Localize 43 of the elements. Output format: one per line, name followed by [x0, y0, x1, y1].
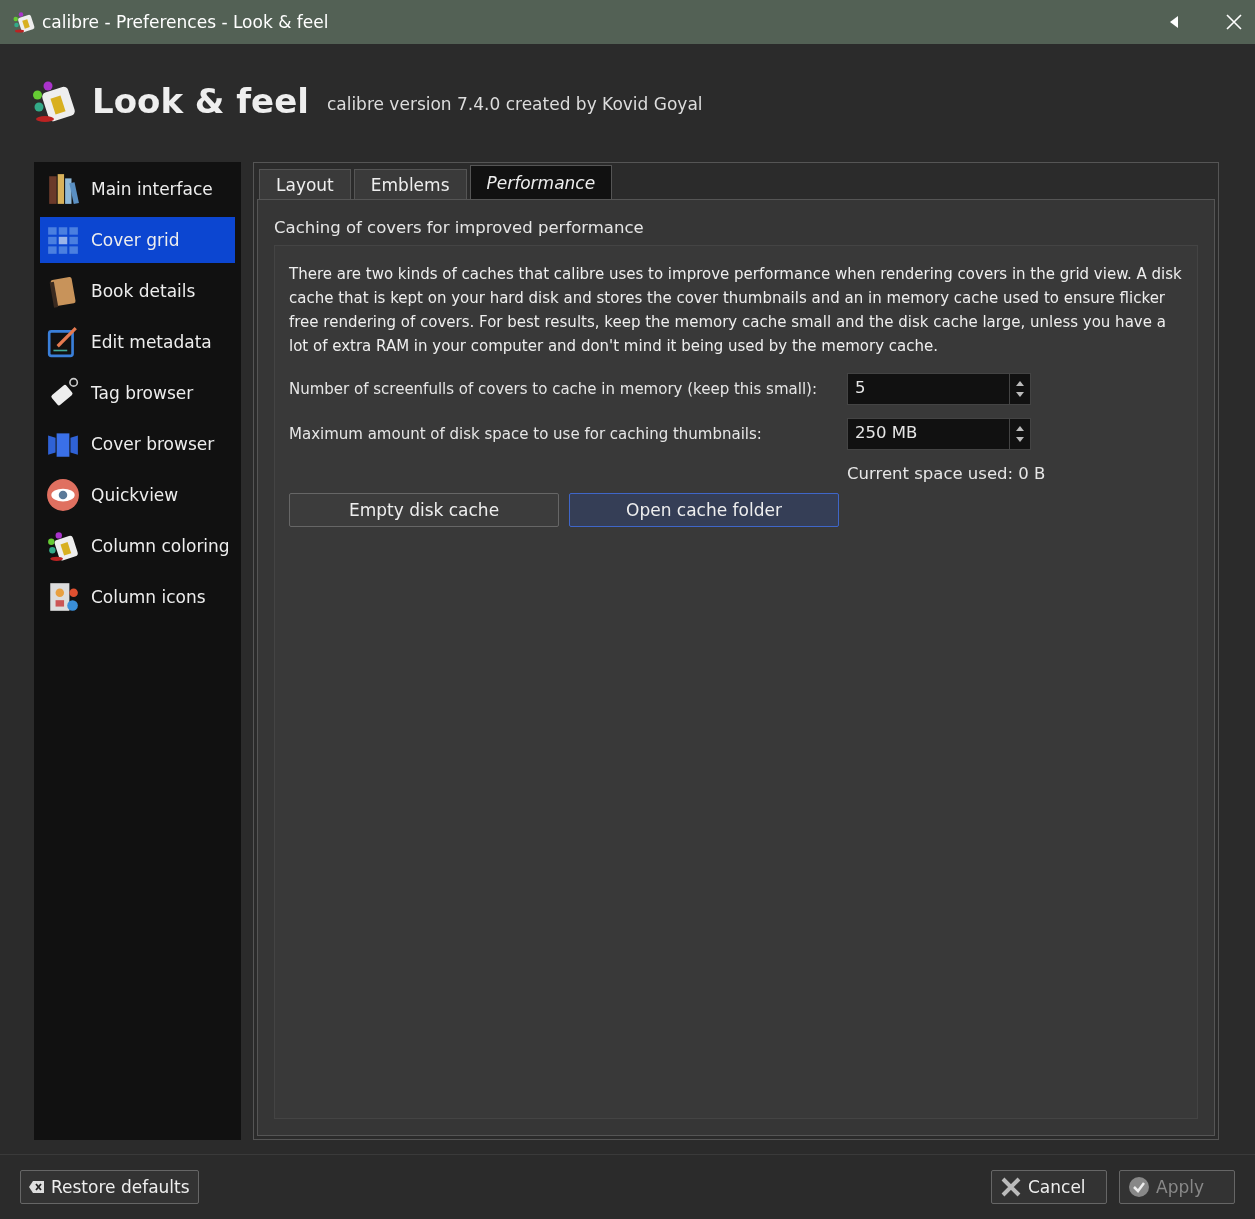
field-label: Number of screenfulls of covers to cache in memory (keep this small):	[289, 379, 818, 398]
check-icon	[1128, 1176, 1150, 1198]
sidebar-item[interactable]: Book details	[40, 268, 235, 314]
window-title: calibre - Preferences - Look & feel	[42, 12, 330, 32]
sidebar-item[interactable]: Edit metadata	[40, 319, 235, 365]
cross-icon	[1000, 1176, 1022, 1198]
back-icon[interactable]	[1169, 15, 1179, 29]
page-title: Look & feel	[92, 81, 309, 121]
sidebar-label: Tag browser	[91, 383, 194, 403]
app-icon	[12, 10, 36, 34]
field-label: Maximum amount of disk space to use for caching thumbnails:	[289, 424, 763, 443]
sidebar-item[interactable]: Cover grid	[40, 217, 235, 263]
sidebar-label: Cover grid	[91, 230, 180, 250]
sidebar-label: Main interface	[91, 179, 213, 199]
sidebar-label: Book details	[91, 281, 196, 301]
sidebar-label: Quickview	[91, 485, 179, 505]
restore-defaults-button[interactable]: Restore defaults	[20, 1170, 199, 1204]
tab[interactable]: Layout	[259, 169, 351, 199]
sidebar-item[interactable]: Tag browser	[40, 370, 235, 416]
section-title: Caching of covers for improved performance	[274, 218, 645, 237]
space-used-text: Current space used: 0 B	[847, 464, 1047, 483]
sidebar-item[interactable]: Quickview	[40, 472, 235, 518]
tab[interactable]: Emblems	[353, 169, 467, 199]
paint-bucket-icon	[45, 529, 81, 563]
eye-icon	[45, 478, 81, 512]
sidebar-item[interactable]: Column icons	[40, 574, 235, 620]
sidebar-label: Column icons	[91, 587, 206, 607]
sidebar-item[interactable]: Cover browser	[40, 421, 235, 467]
spin-box[interactable]: 5	[847, 372, 1031, 405]
clear-icon	[29, 1180, 45, 1194]
cancel-button[interactable]: Cancel	[991, 1170, 1107, 1204]
action-button[interactable]: Open cache folder	[569, 493, 839, 527]
sidebar-label: Edit metadata	[91, 332, 212, 352]
close-icon[interactable]	[1225, 13, 1243, 31]
tab[interactable]: Performance	[469, 165, 613, 199]
sidebar-label: Column coloring	[91, 536, 230, 556]
description-text: There are two kinds of caches that calibre uses to improve performance when rendering covers in the grid view. A disk cache that is kept on your hard disk and stores the cover thumbnails and an in memory cache used to ensure flicker free rendering of covers. For best results, keep the memory cache small and the disk cache large, unless you have a lot of extra RAM in your computer and don't mind it being used by the memory cache.	[289, 264, 1183, 357]
sidebar-item[interactable]: Main interface	[40, 166, 235, 212]
sidebar-item[interactable]: Column coloring	[40, 523, 235, 569]
version-text: calibre version 7.4.0 created by Kovid Goyal	[326, 94, 703, 114]
spin-box[interactable]: 250 MB	[847, 417, 1031, 450]
action-button[interactable]: Empty disk cache	[289, 493, 559, 527]
sidebar-label: Cover browser	[91, 434, 215, 454]
